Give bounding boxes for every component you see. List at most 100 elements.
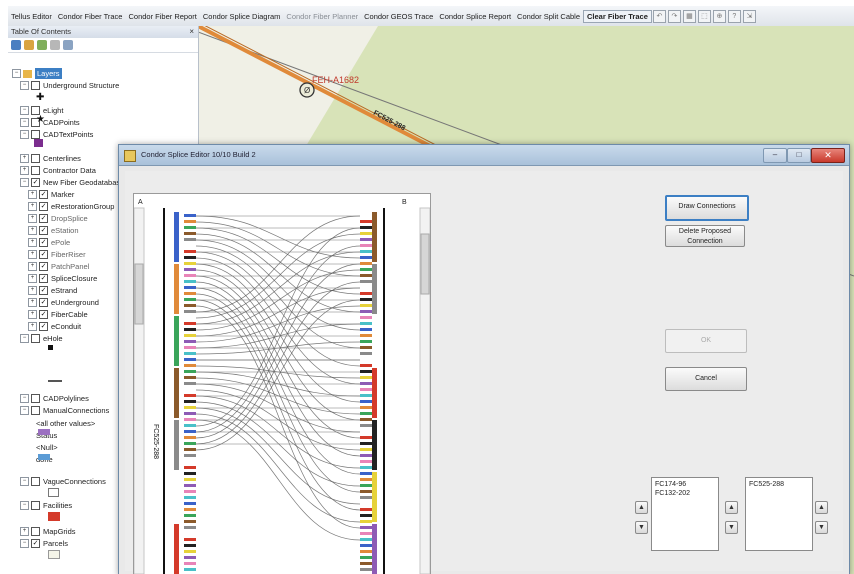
list-by-source-icon[interactable]: [24, 40, 34, 50]
maximize-button[interactable]: □: [787, 148, 811, 163]
toolbar-item-split-cable[interactable]: Condor Split Cable: [514, 12, 583, 21]
layer-visibility-checkbox[interactable]: ✓: [39, 274, 48, 283]
collapse-icon[interactable]: −: [20, 81, 29, 90]
toc-layer-row[interactable]: − ManualConnections: [20, 405, 109, 416]
select-icon[interactable]: ⬚: [697, 9, 711, 23]
expand-icon[interactable]: +: [28, 250, 37, 259]
toolbar-item-splice-report[interactable]: Condor Splice Report: [436, 12, 514, 21]
layer-visibility-checkbox[interactable]: [31, 477, 40, 486]
toc-layer-row[interactable]: <all other values>: [36, 418, 95, 429]
toc-layer-row[interactable]: − Underground Structure: [20, 80, 119, 91]
collapse-icon[interactable]: −: [20, 178, 29, 187]
expand-icon[interactable]: +: [28, 226, 37, 235]
right-list-down-button[interactable]: ▼: [725, 521, 738, 534]
grid-icon[interactable]: ▦: [682, 9, 696, 23]
right-side-down-button[interactable]: ▼: [815, 521, 828, 534]
toolbar-item-tellus-editor[interactable]: Tellus Editor: [8, 12, 55, 21]
minimize-button[interactable]: –: [763, 148, 787, 163]
layer-visibility-checkbox[interactable]: [31, 130, 40, 139]
toolbar-item-clear-fiber-trace[interactable]: Clear Fiber Trace: [583, 9, 652, 23]
toc-layer-row[interactable]: + ✓ eUnderground: [28, 297, 99, 308]
expand-icon[interactable]: +: [28, 322, 37, 331]
toolbar-item-splice-diagram[interactable]: Condor Splice Diagram: [200, 12, 284, 21]
toolbar-item-fiber-report[interactable]: Condor Fiber Report: [125, 12, 199, 21]
toolbar-item-fiber-trace[interactable]: Condor Fiber Trace: [55, 12, 126, 21]
toc-layer-row[interactable]: + ✓ ePole: [28, 237, 70, 248]
expand-icon[interactable]: +: [28, 286, 37, 295]
toc-layer-row[interactable]: − CADPoints: [20, 117, 80, 128]
expand-icon[interactable]: +: [28, 190, 37, 199]
layer-visibility-checkbox[interactable]: [31, 334, 40, 343]
draw-connections-button[interactable]: Draw Connections: [665, 195, 749, 221]
layer-visibility-checkbox[interactable]: ✓: [39, 226, 48, 235]
collapse-icon[interactable]: −: [20, 394, 29, 403]
close-button[interactable]: ✕: [811, 148, 845, 163]
left-cable-list[interactable]: FC174-96 FC132-202: [651, 477, 719, 551]
layer-visibility-checkbox[interactable]: ✓: [39, 190, 48, 199]
right-cable-list[interactable]: FC525-288: [745, 477, 813, 551]
identify-icon[interactable]: ?: [727, 9, 741, 23]
layer-visibility-checkbox[interactable]: ✓: [31, 178, 40, 187]
expand-icon[interactable]: +: [28, 238, 37, 247]
layer-visibility-checkbox[interactable]: [31, 166, 40, 175]
layer-visibility-checkbox[interactable]: ✓: [31, 539, 40, 548]
collapse-icon[interactable]: −: [20, 334, 29, 343]
layer-visibility-checkbox[interactable]: ✓: [39, 262, 48, 271]
right-side-up-button[interactable]: ▲: [815, 501, 828, 514]
layer-visibility-checkbox[interactable]: ✓: [39, 286, 48, 295]
list-item[interactable]: FC174-96: [655, 480, 715, 489]
expand-icon[interactable]: +: [20, 154, 29, 163]
toc-layer-row[interactable]: + ✓ DropSplice: [28, 213, 88, 224]
toc-layer-row[interactable]: + Contractor Data: [20, 165, 96, 176]
ok-button[interactable]: OK: [665, 329, 747, 353]
expand-icon[interactable]: +: [28, 214, 37, 223]
expand-icon[interactable]: +: [28, 262, 37, 271]
expand-icon[interactable]: +: [20, 527, 29, 536]
collapse-icon[interactable]: −: [20, 118, 29, 127]
layer-visibility-checkbox[interactable]: [31, 527, 40, 536]
layer-visibility-checkbox[interactable]: ✓: [39, 298, 48, 307]
layer-visibility-checkbox[interactable]: [31, 406, 40, 415]
expand-icon[interactable]: +: [28, 274, 37, 283]
list-item[interactable]: FC525-288: [749, 480, 809, 489]
toc-layer-row[interactable]: + MapGrids: [20, 526, 76, 537]
toc-layer-row[interactable]: − VagueConnections: [20, 476, 106, 487]
toc-layer-row[interactable]: + Centerlines: [20, 153, 81, 164]
toc-options-icon[interactable]: [63, 40, 73, 50]
toolbar-item-fiber-planner[interactable]: Condor Fiber Planner: [283, 12, 361, 21]
expand-icon[interactable]: +: [28, 298, 37, 307]
toc-layer-row[interactable]: + ✓ eStrand: [28, 285, 77, 296]
splice-diagram-panel[interactable]: A B FC525-288: [133, 193, 431, 574]
toc-layer-row[interactable]: + ✓ PatchPanel: [28, 261, 89, 272]
layer-visibility-checkbox[interactable]: ✓: [39, 322, 48, 331]
measure-icon[interactable]: ⇲: [742, 9, 756, 23]
collapse-icon[interactable]: −: [20, 501, 29, 510]
toc-layer-row[interactable]: <Null>: [36, 442, 58, 453]
expand-icon[interactable]: +: [20, 166, 29, 175]
layer-visibility-checkbox[interactable]: ✓: [39, 250, 48, 259]
toc-layer-row[interactable]: − Facilities: [20, 500, 72, 511]
collapse-icon[interactable]: −: [20, 539, 29, 548]
collapse-icon[interactable]: −: [20, 406, 29, 415]
toc-layer-row[interactable]: − ✓ Parcels: [20, 538, 68, 549]
list-by-drawing-order-icon[interactable]: [11, 40, 21, 50]
layer-visibility-checkbox[interactable]: [31, 501, 40, 510]
collapse-icon[interactable]: −: [20, 477, 29, 486]
toolbar-item-geos-trace[interactable]: Condor GEOS Trace: [361, 12, 436, 21]
toc-layer-row[interactable]: − CADPolylines: [20, 393, 89, 404]
right-list-up-button[interactable]: ▲: [725, 501, 738, 514]
collapse-icon[interactable]: −: [20, 130, 29, 139]
layer-visibility-checkbox[interactable]: [31, 394, 40, 403]
left-list-up-button[interactable]: ▲: [635, 501, 648, 514]
layer-visibility-checkbox[interactable]: ✓: [39, 310, 48, 319]
zoom-icon[interactable]: ⊕: [712, 9, 726, 23]
toc-close-icon[interactable]: ×: [189, 26, 194, 38]
toc-layer-row[interactable]: + ✓ FiberCable: [28, 309, 88, 320]
toc-layer-row[interactable]: + ✓ eRestorationGroup: [28, 201, 114, 212]
toc-layer-row[interactable]: + ✓ eConduit: [28, 321, 81, 332]
toc-layer-row[interactable]: − eHole: [20, 333, 63, 344]
list-by-visibility-icon[interactable]: [37, 40, 47, 50]
layer-visibility-checkbox[interactable]: ✓: [39, 202, 48, 211]
layer-visibility-checkbox[interactable]: [31, 154, 40, 163]
toc-layer-row[interactable]: + ✓ eStation: [28, 225, 79, 236]
